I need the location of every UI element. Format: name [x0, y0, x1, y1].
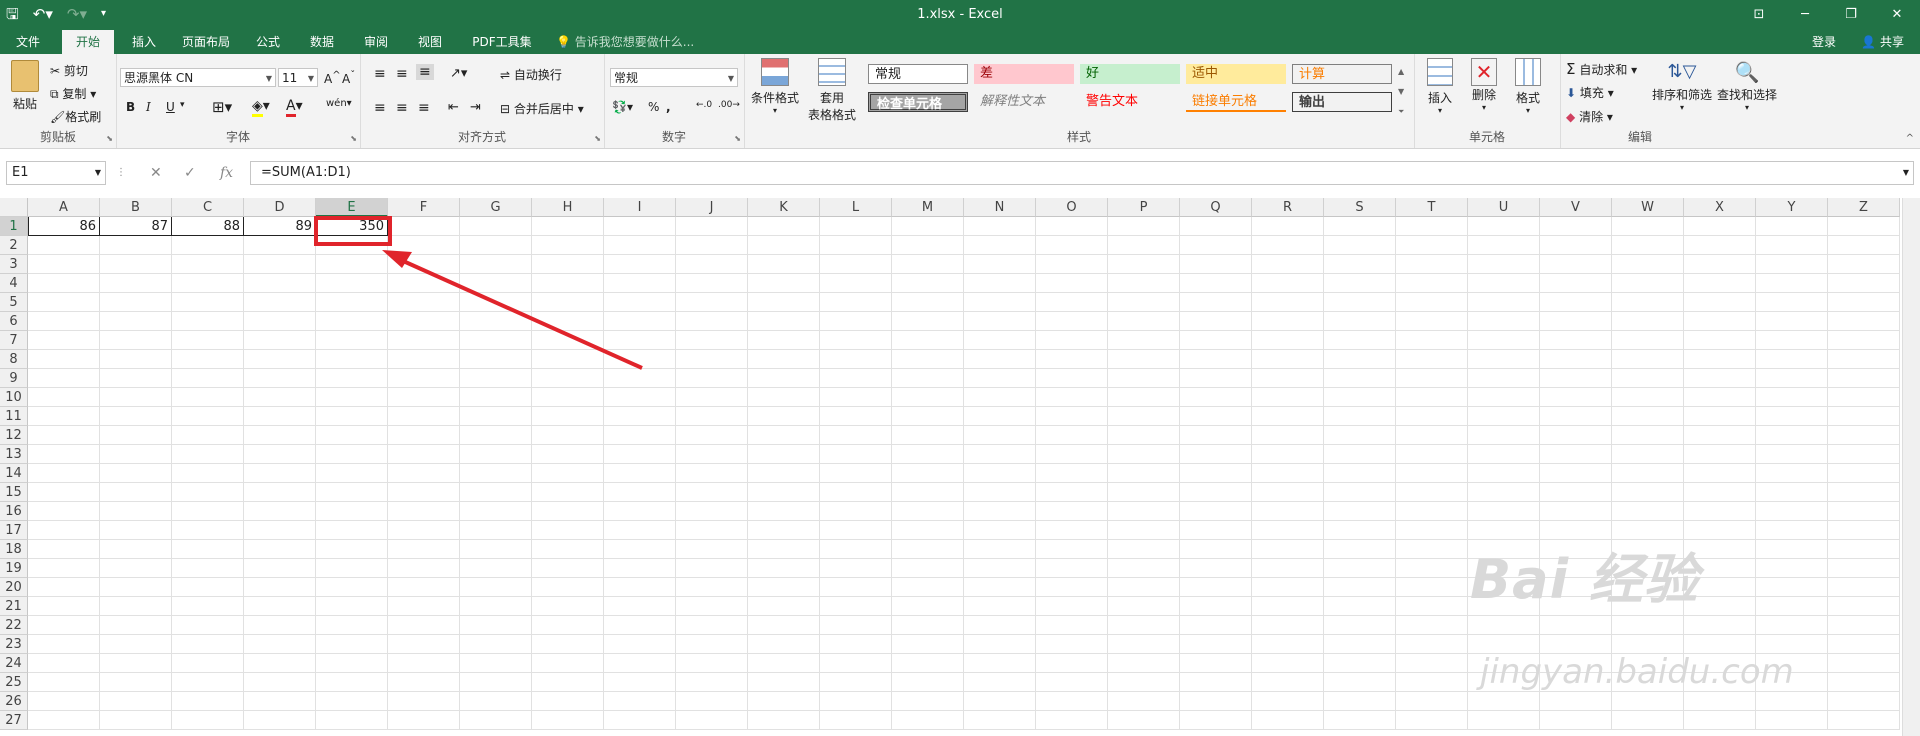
baidu-watermark-url: jingyan.baidu.com — [1480, 652, 1794, 692]
annotation-arrow — [391, 254, 643, 370]
annotation-overlay — [314, 216, 643, 370]
highlight-box — [314, 216, 392, 246]
baidu-watermark: Bai 经验 — [1470, 548, 1699, 611]
arrow-head — [382, 250, 412, 268]
